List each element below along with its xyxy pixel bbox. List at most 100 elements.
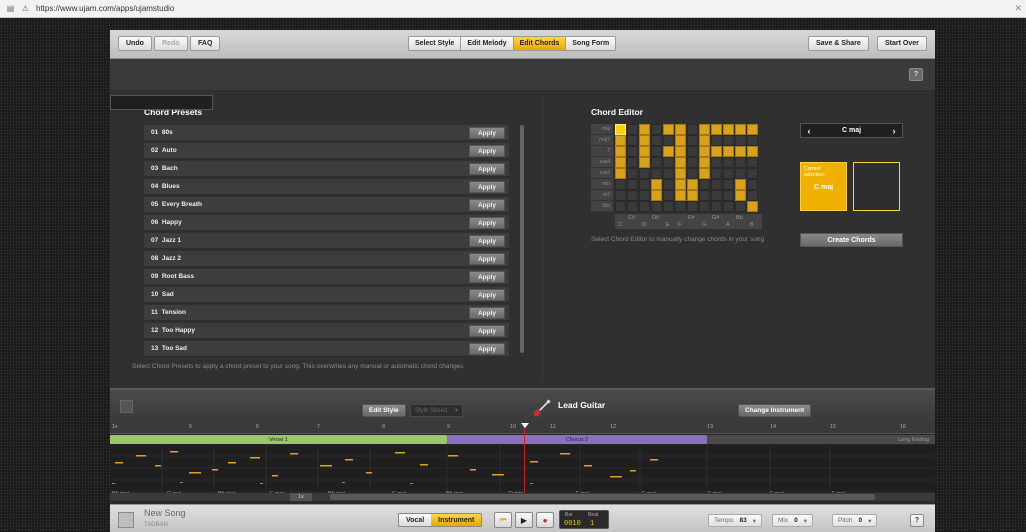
vocal-tab[interactable]: Vocal [399,514,432,526]
melody-lanes[interactable] [110,445,935,491]
tempo-control[interactable]: Tempo 83 ▾ [708,514,763,527]
chord-preset-row[interactable]: 02 Auto Apply [144,143,509,159]
next-chord-button[interactable]: › [886,124,902,137]
chord-grid-cell[interactable] [615,135,626,146]
edit-style-button[interactable]: Edit Style [362,404,406,417]
timeline-scrollbar[interactable]: 1x [110,493,935,501]
chord-grid-cell[interactable] [675,168,686,179]
chord-grid-cell[interactable] [663,124,674,135]
section-ending[interactable]: Long Ending [707,435,935,444]
chord-grid-cell[interactable] [723,135,734,146]
chord-preset-row[interactable]: 01 80s Apply [144,125,509,141]
help-button[interactable]: ? [909,68,923,81]
faq-button[interactable]: FAQ [190,36,221,51]
chord-grid-cell[interactable] [747,146,758,157]
chord-grid-cell[interactable] [663,179,674,190]
chord-grid-cell[interactable] [699,190,710,201]
chord-grid-cell[interactable] [627,190,638,201]
url-text[interactable]: https://www.ujam.com/apps/ujamstudio [36,4,174,13]
chord-grid-cell[interactable] [639,157,650,168]
chord-grid-cell[interactable] [615,168,626,179]
chord-grid-cell[interactable] [663,168,674,179]
chord-grid-cell[interactable] [735,157,746,168]
change-instrument-button[interactable]: Change Instrument [738,404,812,417]
chord-preset-row[interactable]: 05 Every Breath Apply [144,197,509,213]
chord-grid-cell[interactable] [627,135,638,146]
chord-preset-row[interactable]: 13 Too Sad Apply [144,341,509,357]
chord-grid-cell[interactable] [651,179,662,190]
instrument-toggle[interactable] [120,400,133,413]
chord-grid-cell[interactable] [639,201,650,212]
chord-preset-row[interactable]: 03 Bach Apply [144,161,509,177]
apply-preset-button[interactable]: Apply [469,271,505,283]
chord-grid-cell[interactable] [627,146,638,157]
pitch-control[interactable]: Pitch 0 ▾ [832,514,878,527]
chord-grid-cell[interactable] [711,190,722,201]
chord-grid-cell[interactable] [675,146,686,157]
chord-grid-cell[interactable] [615,146,626,157]
section-chorus[interactable]: Chorus 2 [447,435,707,444]
chord-grid-cell[interactable] [687,201,698,212]
chord-grid-cell[interactable] [675,157,686,168]
song-timeline[interactable]: 1x 5 6 7 8 9 10 11 12 13 14 15 16 Verse 1 Chorus 2 L… [110,423,935,501]
chord-grid-cell[interactable] [735,179,746,190]
chord-grid-cell[interactable] [639,179,650,190]
play-button[interactable]: ▶ [515,512,533,528]
playhead-marker-icon[interactable] [521,423,529,428]
chord-grid-cell[interactable] [687,168,698,179]
chord-preset-row[interactable]: 11 Tension Apply [144,305,509,321]
playhead[interactable] [524,423,525,501]
chord-preset-row[interactable]: 09 Root Bass Apply [144,269,509,285]
chord-grid-cell[interactable] [711,146,722,157]
tab-select-style[interactable]: Select Style [409,37,462,50]
next-selection-box[interactable] [853,162,900,211]
chord-preset-row[interactable]: 04 Blues Apply [144,179,509,195]
start-over-button[interactable]: Start Over [877,36,927,51]
chord-grid-cell[interactable] [699,179,710,190]
chord-grid-cell[interactable] [615,201,626,212]
chord-grid-cell[interactable] [735,124,746,135]
prev-chord-button[interactable]: ‹ [801,124,817,137]
chord-grid-cell[interactable] [711,201,722,212]
chord-preset-row[interactable]: 12 Too Happy Apply [144,323,509,339]
chord-grid-cell[interactable] [747,124,758,135]
tab-edit-melody[interactable]: Edit Melody [461,37,514,50]
chord-grid-cell[interactable] [699,124,710,135]
chord-grid-cell[interactable] [735,135,746,146]
chord-grid-cell[interactable] [627,179,638,190]
chord-grid-cell[interactable] [687,124,698,135]
save-share-button[interactable]: Save & Share [808,36,869,51]
apply-preset-button[interactable]: Apply [469,199,505,211]
record-button[interactable]: ● [536,512,554,528]
apply-preset-button[interactable]: Apply [469,253,505,265]
chord-grid-cell[interactable] [699,157,710,168]
apply-preset-button[interactable]: Apply [469,163,505,175]
chord-grid-cell[interactable] [675,124,686,135]
chord-preset-row[interactable]: 08 Jazz 2 Apply [144,251,509,267]
chord-grid-cell[interactable] [747,168,758,179]
chord-grid-cell[interactable] [687,190,698,201]
chord-grid-cell[interactable] [687,157,698,168]
chord-grid-cell[interactable] [687,146,698,157]
chord-grid-cell[interactable] [675,190,686,201]
chord-grid-cell[interactable] [687,179,698,190]
close-icon[interactable]: ✕ [1014,3,1022,14]
apply-preset-button[interactable]: Apply [469,343,505,355]
mix-control[interactable]: Mix 0 ▾ [772,514,813,527]
apply-preset-button[interactable]: Apply [469,325,505,337]
chord-grid-cell[interactable] [711,179,722,190]
chord-grid-cell[interactable] [651,146,662,157]
chord-grid-cell[interactable] [747,179,758,190]
zoom-label[interactable]: 1x [290,493,312,501]
chord-grid-cell[interactable] [723,124,734,135]
apply-preset-button[interactable]: Apply [469,307,505,319]
chord-grid-cell[interactable] [723,146,734,157]
chord-grid-cell[interactable] [627,124,638,135]
chord-grid-cell[interactable] [627,157,638,168]
chord-grid-cell[interactable] [711,157,722,168]
chord-grid-cell[interactable] [723,201,734,212]
chord-grid-cell[interactable] [651,124,662,135]
apply-preset-button[interactable]: Apply [469,127,505,139]
chord-grid-cell[interactable] [699,168,710,179]
redo-button[interactable]: Redo [154,36,188,51]
